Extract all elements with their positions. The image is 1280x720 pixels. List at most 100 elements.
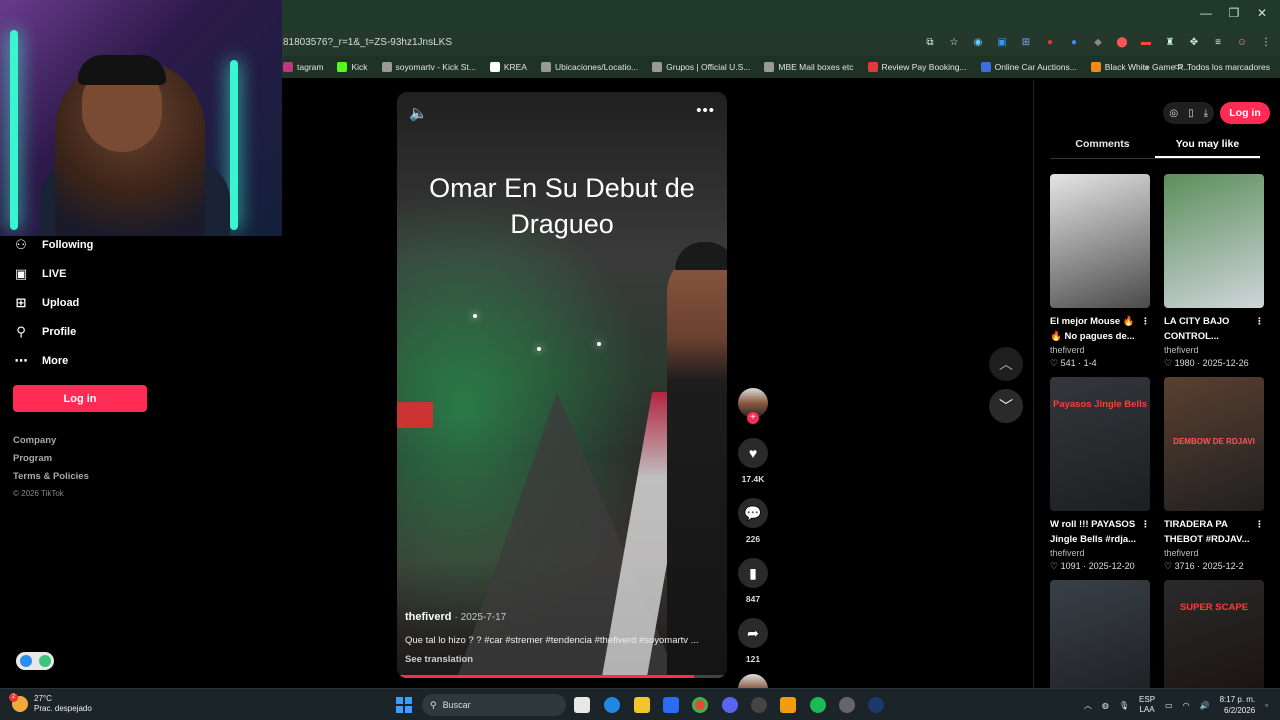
- all-bookmarks[interactable]: » ▭ Todos los marcadores: [1144, 61, 1270, 72]
- volume-icon[interactable]: 🔈: [409, 104, 428, 122]
- more-options-icon[interactable]: •••: [696, 102, 715, 119]
- next-video-button[interactable]: ﹀: [989, 389, 1023, 423]
- close-icon[interactable]: ✕: [1252, 6, 1272, 20]
- video-thumbnail[interactable]: DEMBOW DE RDJAVI: [1164, 377, 1264, 511]
- extension-icon[interactable]: ●: [1042, 34, 1058, 50]
- edge-icon[interactable]: [604, 697, 620, 713]
- bookmark-item[interactable]: Online Car Auctions...: [980, 62, 1077, 72]
- footer-link-company[interactable]: Company: [13, 435, 89, 453]
- video-caption[interactable]: Que tal lo hizo ? ? #car #stremer #tende…: [405, 635, 723, 646]
- card-author[interactable]: thefiverd: [1050, 345, 1150, 355]
- save-button[interactable]: ▮: [738, 558, 768, 588]
- file-explorer-icon[interactable]: [634, 697, 650, 713]
- bookmark-item[interactable]: Grupos | Official U.S...: [652, 62, 750, 72]
- microphone-icon[interactable]: 🎙: [1119, 701, 1129, 710]
- app-icon[interactable]: [780, 697, 796, 713]
- download-icon[interactable]: ⤓: [1204, 108, 1208, 119]
- language[interactable]: ESP: [1139, 695, 1155, 705]
- card-title[interactable]: El mejor Mouse 🔥 🔥 No pagues de... ⋮: [1050, 314, 1150, 344]
- card-menu-icon[interactable]: ⋮: [1141, 314, 1150, 329]
- nav-item-upload[interactable]: ⊞ Upload: [13, 288, 163, 317]
- card-author[interactable]: thefiverd: [1164, 548, 1264, 558]
- follow-plus-icon[interactable]: +: [747, 412, 759, 424]
- bookmark-item[interactable]: MBE Mail boxes etc: [764, 62, 854, 72]
- taskbar-search[interactable]: ⚲ Buscar: [422, 694, 566, 716]
- extension-icon[interactable]: ◉: [970, 34, 986, 50]
- bookmark-item[interactable]: KREA: [489, 62, 527, 72]
- start-icon[interactable]: [396, 697, 412, 713]
- monitor-icon[interactable]: ▭: [1165, 701, 1173, 710]
- author-avatar[interactable]: +: [738, 388, 768, 424]
- video-card[interactable]: El mejor Mouse 🔥 🔥 No pagues de... ⋮ thefi…: [1050, 174, 1150, 369]
- phone-icon[interactable]: ▯: [1188, 108, 1194, 119]
- bookmark-item[interactable]: Kick: [337, 62, 368, 72]
- nav-item-following[interactable]: ⚇ Following: [13, 230, 163, 259]
- spotify-icon[interactable]: [810, 697, 826, 713]
- adblock-icon[interactable]: ▬: [1138, 34, 1154, 50]
- previous-video-button[interactable]: ︿: [989, 347, 1023, 381]
- steam-icon[interactable]: [868, 697, 884, 713]
- weather-widget[interactable]: 2 27°C Prac. despejado: [9, 693, 92, 714]
- extension-icon[interactable]: ♜: [1162, 34, 1178, 50]
- header-login-button[interactable]: Log in: [1220, 102, 1270, 124]
- video-thumbnail[interactable]: Payasos Jingle Bells: [1050, 377, 1150, 511]
- card-title[interactable]: W roll !!! PAYASOS Jingle Bells #rdja...…: [1050, 517, 1150, 547]
- chevron-right-icon[interactable]: »: [1144, 62, 1149, 72]
- menu-icon[interactable]: ⋮: [1258, 34, 1274, 50]
- puzzle-icon[interactable]: ✥: [1186, 34, 1202, 50]
- video-card[interactable]: Payasos Jingle Bells W roll !!! PAYASOS J…: [1050, 377, 1150, 572]
- tab-comments[interactable]: Comments: [1050, 138, 1155, 158]
- author-name[interactable]: thefiverd: [405, 611, 451, 623]
- obs-icon[interactable]: [839, 697, 855, 713]
- video-thumbnail[interactable]: [1164, 174, 1264, 308]
- tray-app-icon[interactable]: ◍: [1102, 701, 1109, 710]
- notifications-icon[interactable]: ▫: [1265, 701, 1268, 710]
- like-button[interactable]: ♥: [738, 438, 768, 468]
- clock-time[interactable]: 8:17 p. m.: [1220, 694, 1256, 705]
- compass-icon[interactable]: ◎: [1169, 108, 1178, 119]
- video-card[interactable]: LA CITY BAJO CONTROL... ⋮ thefiverd ♡ 1980 …: [1164, 174, 1264, 369]
- translate-icon[interactable]: ⊞: [1018, 34, 1034, 50]
- extension-icon[interactable]: ●: [1066, 34, 1082, 50]
- task-view-icon[interactable]: [574, 697, 590, 713]
- discord-icon[interactable]: [722, 697, 738, 713]
- nav-login-button[interactable]: Log in: [13, 385, 147, 412]
- footer-link-program[interactable]: Program: [13, 453, 89, 471]
- card-title[interactable]: TIRADERA PA THEBOT #RDJAV... ⋮: [1164, 517, 1264, 547]
- tab-you-may-like[interactable]: You may like: [1155, 138, 1260, 158]
- card-author[interactable]: thefiverd: [1050, 548, 1150, 558]
- bookmark-star-icon[interactable]: ☆: [946, 34, 962, 50]
- url-field[interactable]: 81803576?_r=1&_t=ZS-93hz1JnsLKS: [283, 37, 452, 48]
- share-button[interactable]: ➦: [738, 618, 768, 648]
- extension-icon[interactable]: ◆: [1090, 34, 1106, 50]
- footer-link-terms[interactable]: Terms & Policies: [13, 471, 89, 489]
- wifi-icon[interactable]: ◠: [1183, 701, 1190, 710]
- nav-item-live[interactable]: ▣ LIVE: [13, 259, 163, 288]
- volume-icon[interactable]: 🔊: [1200, 701, 1210, 710]
- reading-list-icon[interactable]: ≡: [1210, 34, 1226, 50]
- bookmark-item[interactable]: Ubicaciones/Locatio...: [540, 62, 638, 72]
- card-author[interactable]: thefiverd: [1164, 345, 1264, 355]
- card-menu-icon[interactable]: ⋮: [1141, 517, 1150, 532]
- widget-toggle[interactable]: [16, 652, 54, 670]
- chevron-up-icon[interactable]: ︿: [1084, 700, 1092, 711]
- bookmark-item[interactable]: tagram: [283, 62, 323, 72]
- extension-icon[interactable]: ▣: [994, 34, 1010, 50]
- video-card[interactable]: DEMBOW DE RDJAVI TIRADERA PA THEBOT #RDJA…: [1164, 377, 1264, 572]
- extension-icon[interactable]: ⬤: [1114, 34, 1130, 50]
- nav-item-more[interactable]: ⋯ More: [13, 346, 163, 375]
- card-menu-icon[interactable]: ⋮: [1255, 314, 1264, 329]
- profile-icon[interactable]: ☺: [1234, 34, 1250, 50]
- nav-item-profile[interactable]: ⚲ Profile: [13, 317, 163, 346]
- comment-button[interactable]: 💬: [738, 498, 768, 528]
- store-icon[interactable]: [663, 697, 679, 713]
- video-thumbnail[interactable]: [1050, 174, 1150, 308]
- chrome-icon[interactable]: [692, 697, 708, 713]
- install-icon[interactable]: ⧉: [922, 34, 938, 50]
- card-menu-icon[interactable]: ⋮: [1255, 517, 1264, 532]
- app-icon[interactable]: [751, 697, 767, 713]
- video-author[interactable]: thefiverd · 2025-7-17: [405, 611, 506, 623]
- video-player[interactable]: 🔈 ••• Omar En Su Debut de Dragueo thefiv…: [397, 92, 727, 678]
- minimize-icon[interactable]: —: [1196, 6, 1216, 20]
- see-translation-link[interactable]: See translation: [405, 654, 473, 665]
